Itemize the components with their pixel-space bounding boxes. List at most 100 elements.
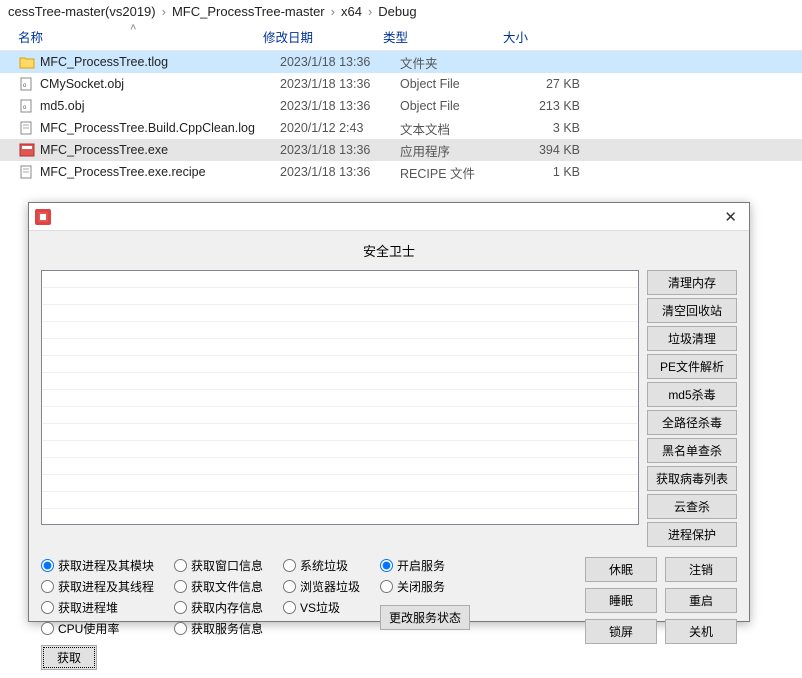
radio-label: 获取进程堆: [58, 599, 118, 616]
radio-input[interactable]: [380, 580, 393, 593]
radio-input[interactable]: [174, 580, 187, 593]
file-date: 2023/1/18 13:36: [280, 77, 400, 91]
radio-option[interactable]: 获取进程及其线程: [41, 578, 154, 595]
file-icon: o: [18, 76, 36, 92]
radio-input[interactable]: [283, 580, 296, 593]
power-button[interactable]: 睡眠: [585, 588, 657, 613]
radio-label: VS垃圾: [300, 599, 340, 616]
radio-label: 开启服务: [397, 557, 445, 574]
file-name: MFC_ProcessTree.exe.recipe: [40, 165, 280, 179]
file-name: MFC_ProcessTree.tlog: [40, 55, 280, 69]
radio-input[interactable]: [174, 601, 187, 614]
radio-option[interactable]: 系统垃圾: [283, 557, 360, 574]
result-list[interactable]: [41, 270, 639, 525]
file-size: 27 KB: [520, 77, 580, 91]
radio-input[interactable]: [41, 622, 54, 635]
radio-option[interactable]: 获取进程堆: [41, 599, 154, 616]
app-icon: [35, 209, 51, 225]
dialog-titlebar[interactable]: ✕: [29, 203, 749, 231]
change-service-button[interactable]: 更改服务状态: [380, 605, 470, 630]
close-icon[interactable]: ✕: [718, 208, 743, 226]
radio-option[interactable]: 获取进程及其模块: [41, 557, 154, 574]
radio-option[interactable]: VS垃圾: [283, 599, 360, 616]
file-size: 394 KB: [520, 143, 580, 157]
radio-input[interactable]: [174, 559, 187, 572]
file-explorer: cessTree-master(vs2019) › MFC_ProcessTre…: [0, 0, 802, 183]
radio-option[interactable]: 获取窗口信息: [174, 557, 263, 574]
radio-label: 浏览器垃圾: [300, 578, 360, 595]
file-row[interactable]: MFC_ProcessTree.tlog2023/1/18 13:36文件夹: [0, 51, 802, 73]
radio-input[interactable]: [380, 559, 393, 572]
radio-label: 关闭服务: [397, 578, 445, 595]
radio-input[interactable]: [283, 601, 296, 614]
breadcrumb-part[interactable]: Debug: [378, 4, 416, 19]
radio-input[interactable]: [41, 601, 54, 614]
file-name: md5.obj: [40, 99, 280, 113]
radio-input[interactable]: [283, 559, 296, 572]
radio-input[interactable]: [174, 622, 187, 635]
file-list[interactable]: MFC_ProcessTree.tlog2023/1/18 13:36文件夹oC…: [0, 51, 802, 183]
radio-option[interactable]: CPU使用率: [41, 620, 154, 637]
action-button[interactable]: 获取病毒列表: [647, 466, 737, 491]
power-button[interactable]: 休眠: [585, 557, 657, 582]
action-button[interactable]: md5杀毒: [647, 382, 737, 407]
file-date: 2020/1/12 2:43: [280, 121, 400, 135]
file-date: 2023/1/18 13:36: [280, 143, 400, 157]
col-type[interactable]: 类型: [383, 27, 503, 46]
col-size[interactable]: 大小: [503, 27, 583, 46]
radio-option[interactable]: 获取内存信息: [174, 599, 263, 616]
chevron-right-icon: ›: [162, 4, 166, 19]
radio-label: 获取服务信息: [191, 620, 263, 637]
file-name: MFC_ProcessTree.exe: [40, 143, 280, 157]
action-button[interactable]: 进程保护: [647, 522, 737, 547]
radio-label: 获取窗口信息: [191, 557, 263, 574]
dialog-title: 安全卫士: [41, 239, 737, 270]
file-type: RECIPE 文件: [400, 163, 520, 182]
action-button[interactable]: PE文件解析: [647, 354, 737, 379]
chevron-right-icon: ›: [331, 4, 335, 19]
file-type: 文本文档: [400, 119, 520, 138]
file-size: 3 KB: [520, 121, 580, 135]
power-button[interactable]: 锁屏: [585, 619, 657, 644]
radio-option[interactable]: 获取文件信息: [174, 578, 263, 595]
radio-option[interactable]: 关闭服务: [380, 578, 470, 595]
file-row[interactable]: omd5.obj2023/1/18 13:36Object File213 KB: [0, 95, 802, 117]
file-type: 应用程序: [400, 141, 520, 160]
action-button[interactable]: 清空回收站: [647, 298, 737, 323]
radio-label: 获取进程及其模块: [58, 557, 154, 574]
file-icon: [18, 142, 36, 158]
breadcrumb[interactable]: cessTree-master(vs2019) › MFC_ProcessTre…: [0, 0, 802, 23]
breadcrumb-part[interactable]: MFC_ProcessTree-master: [172, 4, 325, 19]
file-list-header[interactable]: ˄ 名称 修改日期 类型 大小: [0, 23, 802, 51]
file-date: 2023/1/18 13:36: [280, 99, 400, 113]
chevron-right-icon: ›: [368, 4, 372, 19]
action-button[interactable]: 全路径杀毒: [647, 410, 737, 435]
action-button[interactable]: 黑名单查杀: [647, 438, 737, 463]
radio-input[interactable]: [41, 559, 54, 572]
radio-option[interactable]: 浏览器垃圾: [283, 578, 360, 595]
file-size: 213 KB: [520, 99, 580, 113]
radio-option[interactable]: 获取服务信息: [174, 620, 263, 637]
radio-label: 获取文件信息: [191, 578, 263, 595]
fetch-button[interactable]: 获取: [41, 645, 97, 670]
file-icon: [18, 54, 36, 70]
breadcrumb-part[interactable]: cessTree-master(vs2019): [8, 4, 156, 19]
breadcrumb-part[interactable]: x64: [341, 4, 362, 19]
col-date[interactable]: 修改日期: [263, 27, 383, 46]
radio-option[interactable]: 开启服务: [380, 557, 470, 574]
file-icon: [18, 164, 36, 180]
action-button[interactable]: 清理内存: [647, 270, 737, 295]
action-button[interactable]: 云查杀: [647, 494, 737, 519]
file-size: 1 KB: [520, 165, 580, 179]
radio-input[interactable]: [41, 580, 54, 593]
action-button[interactable]: 垃圾清理: [647, 326, 737, 351]
file-row[interactable]: MFC_ProcessTree.exe2023/1/18 13:36应用程序39…: [0, 139, 802, 161]
file-row[interactable]: oCMySocket.obj2023/1/18 13:36Object File…: [0, 73, 802, 95]
col-name[interactable]: 名称: [18, 27, 263, 46]
file-row[interactable]: MFC_ProcessTree.Build.CppClean.log2020/1…: [0, 117, 802, 139]
file-type: Object File: [400, 77, 520, 91]
power-button[interactable]: 重启: [665, 588, 737, 613]
file-row[interactable]: MFC_ProcessTree.exe.recipe2023/1/18 13:3…: [0, 161, 802, 183]
power-button[interactable]: 注销: [665, 557, 737, 582]
power-button[interactable]: 关机: [665, 619, 737, 644]
